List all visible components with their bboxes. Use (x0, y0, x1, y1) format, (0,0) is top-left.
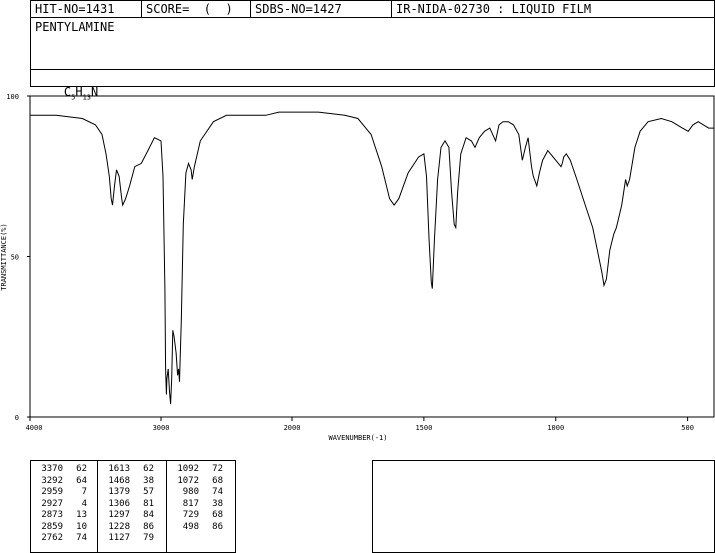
peak-wavenumber: 498 (182, 521, 199, 532)
peak-row: 3370 62 (37, 464, 87, 476)
peak-row: 1092 72 (173, 464, 223, 476)
peak-transmittance: 4 (81, 498, 87, 509)
peak-transmittance: 86 (143, 521, 154, 532)
spectrum-line (30, 111, 714, 405)
peak-wavenumber: 1379 (108, 487, 130, 497)
peak-wavenumber: 2959 (41, 487, 63, 497)
peak-row: 1306 81 (104, 499, 154, 511)
peak-row: 980 74 (173, 487, 223, 499)
peak-transmittance: 68 (212, 510, 223, 520)
peak-transmittance: 62 (143, 464, 154, 474)
peak-row: 2762 74 (37, 533, 87, 545)
peak-column-2: 1613 62 1468 38 1379 57 1306 81 1297 84 1228 86 1127… (104, 464, 154, 545)
peak-row: 2959 7 (37, 487, 87, 499)
peak-col-divider (97, 461, 98, 552)
peak-wavenumber: 3292 (41, 475, 63, 486)
peak-row: 729 68 (173, 510, 223, 522)
peak-transmittance: 7 (81, 487, 87, 497)
peak-row: 2927 4 (37, 499, 87, 511)
peak-transmittance: 64 (76, 475, 87, 486)
peak-row: 2859 10 (37, 522, 87, 534)
peak-row: 3292 64 (37, 476, 87, 488)
peak-transmittance: 38 (143, 475, 154, 486)
peak-row: 1297 84 (104, 510, 154, 522)
peak-wavenumber: 1468 (108, 475, 130, 486)
peak-wavenumber: 1127 (108, 533, 130, 543)
peak-wavenumber: 980 (182, 487, 199, 497)
y-tick-label: 0 (15, 414, 19, 422)
x-tick-label: 4000 (26, 424, 43, 432)
peak-row: 498 86 (173, 522, 223, 534)
peak-transmittance: 74 (76, 533, 87, 543)
peak-row: 1228 86 (104, 522, 154, 534)
peak-transmittance: 38 (212, 498, 223, 509)
peak-row: 1468 38 (104, 476, 154, 488)
peak-wavenumber: 1306 (108, 498, 130, 509)
peak-transmittance: 68 (212, 475, 223, 486)
peak-wavenumber: 1613 (108, 464, 130, 474)
x-tick-label: 3000 (153, 424, 170, 432)
x-tick-label: 1000 (547, 424, 564, 432)
y-tick-label: 100 (6, 93, 19, 101)
peak-transmittance: 72 (212, 464, 223, 474)
x-tick-label: 2000 (284, 424, 301, 432)
peak-transmittance: 81 (143, 498, 154, 509)
peak-wavenumber: 1228 (108, 521, 130, 532)
peak-wavenumber: 2762 (41, 533, 63, 543)
peak-wavenumber: 1072 (177, 475, 199, 486)
peak-transmittance: 79 (143, 533, 154, 543)
peak-wavenumber: 1297 (108, 510, 130, 520)
peak-row: 817 38 (173, 499, 223, 511)
peak-transmittance: 62 (76, 464, 87, 474)
peak-transmittance: 86 (212, 521, 223, 532)
x-axis-label: WAVENUMBER(-1) (328, 434, 387, 442)
peak-wavenumber: 3370 (41, 464, 63, 474)
peak-wavenumber: 2859 (41, 521, 63, 532)
peak-wavenumber: 1092 (177, 464, 199, 474)
y-tick-label: 50 (11, 254, 19, 262)
x-tick-label: 500 (681, 424, 694, 432)
peak-wavenumber: 729 (182, 510, 199, 520)
peak-column-3: 1092 72 1072 68 980 74 817 38 729 68 498 86 (173, 464, 223, 533)
peak-row: 2873 13 (37, 510, 87, 522)
peak-wavenumber: 2873 (41, 510, 63, 520)
peak-transmittance: 10 (76, 521, 87, 532)
peak-row: 1072 68 (173, 476, 223, 488)
peak-column-1: 3370 62 3292 64 2959 7 2927 4 2873 13 2859 10 2762 74 (37, 464, 87, 545)
peak-transmittance: 84 (143, 510, 154, 520)
ir-spectrum-chart: 4000 3000 2000 1500 1000 500 0 50 100 WAVENUMBE… (0, 93, 715, 442)
peak-transmittance: 13 (76, 510, 87, 520)
plot-frame (29, 95, 715, 418)
peak-wavenumber: 2927 (41, 498, 63, 509)
peak-table-box: 3370 62 3292 64 2959 7 2927 4 2873 13 2859 10 2762 74… (30, 460, 236, 553)
structure-box (372, 460, 715, 553)
peak-col-divider (166, 461, 167, 552)
y-axis-label: TRANSMITTANCE(%) (0, 223, 8, 290)
peak-row: 1379 57 (104, 487, 154, 499)
peak-transmittance: 74 (212, 487, 223, 497)
peak-row: 1613 62 (104, 464, 154, 476)
peak-wavenumber: 817 (182, 498, 199, 509)
x-tick-label: 1500 (415, 424, 432, 432)
peak-row: 1127 79 (104, 533, 154, 545)
peak-transmittance: 57 (143, 487, 154, 497)
